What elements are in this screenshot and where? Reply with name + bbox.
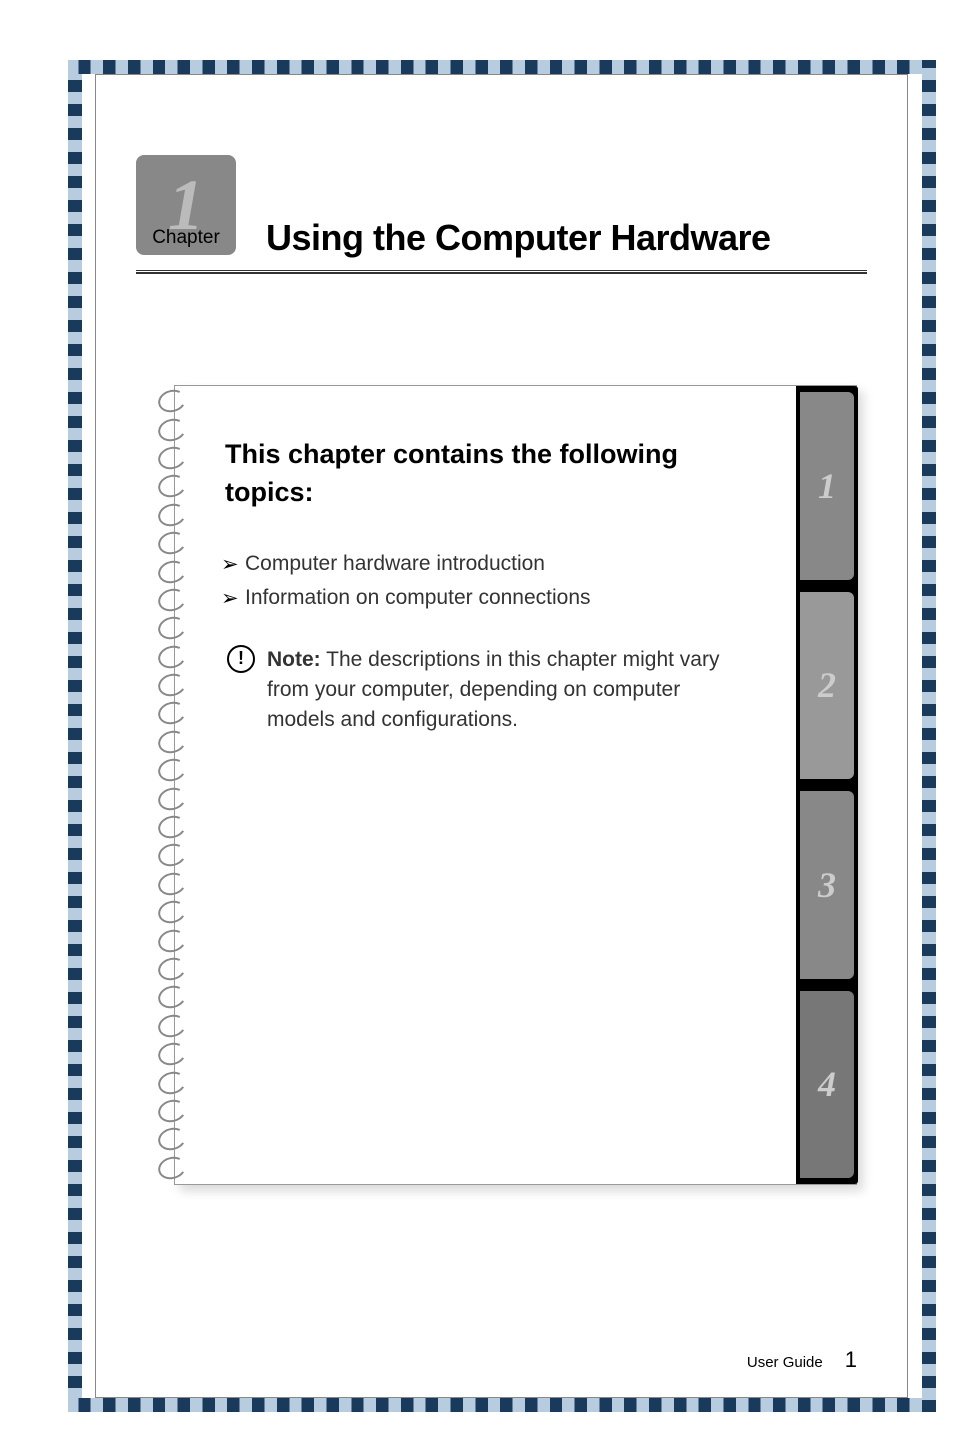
page-footer: User Guide 1	[747, 1347, 857, 1373]
topic-item: Computer hardware introduction	[225, 552, 736, 576]
decorative-right-rail	[922, 60, 936, 1412]
topic-item: Information on computer connections	[225, 586, 736, 610]
title-underline	[136, 270, 867, 274]
chapter-title: Using the Computer Hardware	[266, 217, 771, 259]
note-body: The descriptions in this chapter might v…	[267, 648, 719, 732]
page-number: 1	[845, 1347, 857, 1373]
chapter-label: Chapter	[152, 227, 220, 249]
side-tab-3: 3	[800, 791, 854, 979]
alert-icon: !	[227, 645, 255, 673]
topics-heading: This chapter contains the following topi…	[225, 436, 736, 512]
note-text: Note: The descriptions in this chapter m…	[267, 645, 736, 736]
page-frame: 1 Chapter Using the Computer Hardware Th…	[95, 74, 908, 1398]
content-card: This chapter contains the following topi…	[174, 385, 857, 1185]
side-tab-2: 2	[800, 592, 854, 780]
footer-label: User Guide	[747, 1354, 823, 1371]
side-tabs: 1 2 3 4	[796, 386, 858, 1184]
note-block: ! Note: The descriptions in this chapter…	[225, 645, 736, 736]
chapter-header: 1 Chapter Using the Computer Hardware	[136, 155, 867, 255]
side-tab-1: 1	[800, 392, 854, 580]
note-label: Note:	[267, 648, 321, 671]
side-tab-4: 4	[800, 991, 854, 1179]
chapter-badge: 1 Chapter	[136, 155, 236, 255]
spiral-binding-icon	[158, 387, 186, 1182]
